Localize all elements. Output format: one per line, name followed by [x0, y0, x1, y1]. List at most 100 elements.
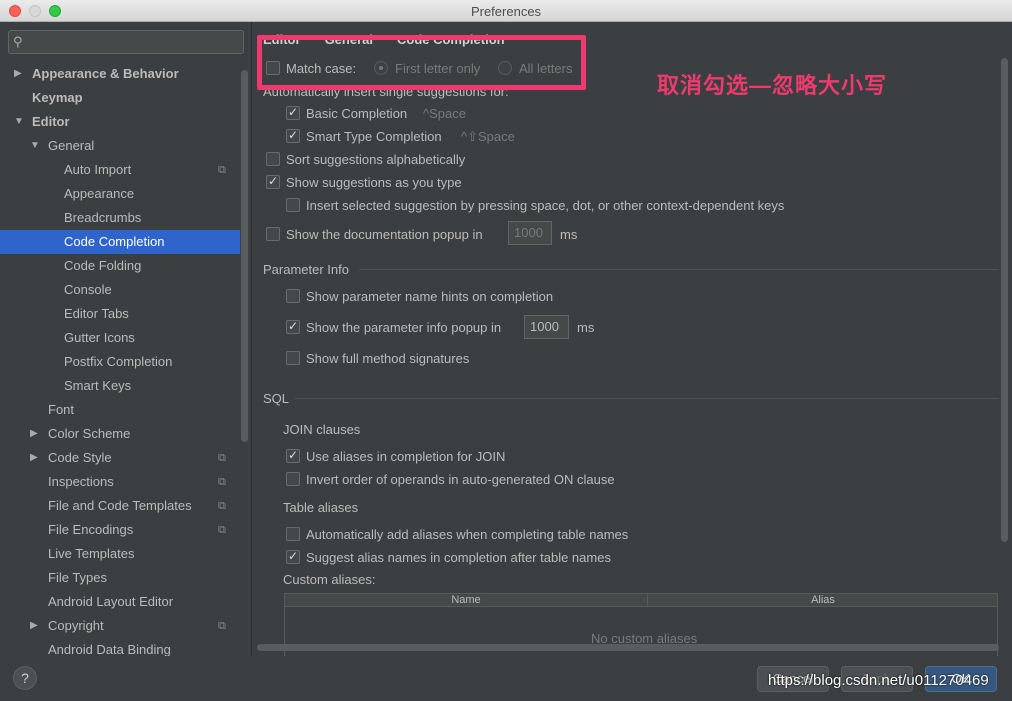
sidebar-item-label: General [48, 138, 95, 153]
sort-alpha-checkbox[interactable] [266, 152, 280, 166]
doc-popup-checkbox[interactable] [266, 227, 280, 241]
expand-arrow-icon[interactable]: ▶ [30, 422, 38, 446]
smart-completion-checkbox[interactable] [286, 128, 300, 143]
join-clauses-title: JOIN clauses [283, 422, 361, 437]
settings-panel: Editor General Code Completion Match case:… [253, 22, 1012, 656]
column-header-alias[interactable]: Alias [648, 594, 998, 606]
sidebar-item-keymap[interactable]: Keymap [0, 86, 240, 110]
sidebar-item-label: Font [48, 402, 75, 417]
insert-selected-label: Insert selected suggestion by pressing s… [306, 198, 785, 213]
suggest-alias-label: Suggest alias names in completion after … [306, 550, 611, 565]
sidebar-item-label: Appearance [64, 186, 135, 201]
show-as-type-checkbox[interactable] [266, 174, 280, 189]
invert-order-label: Invert order of operands in auto-generat… [306, 472, 615, 487]
project-scope-icon: ⧉ [218, 164, 226, 176]
sidebar-item-label: Code Folding [64, 258, 142, 273]
sidebar-item-live-templates[interactable]: Live Templates [0, 542, 240, 566]
sort-alpha-label: Sort suggestions alphabetically [286, 152, 466, 167]
project-scope-icon: ⧉ [218, 524, 226, 536]
param-name-hints-label: Show parameter name hints on completion [306, 289, 554, 304]
column-header-name[interactable]: Name [285, 594, 648, 606]
basic-completion-checkbox[interactable] [286, 105, 300, 120]
collapse-arrow-icon[interactable]: ▼ [14, 110, 24, 134]
sidebar-item-postfix-completion[interactable]: Postfix Completion [0, 350, 240, 374]
auto-add-aliases-checkbox[interactable] [286, 527, 300, 541]
sidebar-scrollbar[interactable] [241, 70, 248, 442]
doc-popup-label: Show the documentation popup in [286, 227, 483, 242]
sidebar-item-editor-tabs[interactable]: Editor Tabs [0, 302, 240, 326]
sidebar-item-color-scheme[interactable]: ▶ Color Scheme [0, 422, 240, 446]
sidebar-item-label: Editor Tabs [64, 306, 129, 321]
expand-arrow-icon[interactable]: ▶ [30, 446, 38, 470]
sidebar-item-smart-keys[interactable]: Smart Keys [0, 374, 240, 398]
sidebar-item-code-folding[interactable]: Code Folding [0, 254, 240, 278]
sidebar-item-label: Keymap [32, 90, 83, 105]
help-button[interactable]: ? [13, 666, 37, 690]
sidebar-item-auto-import[interactable]: Auto Import ⧉ [0, 158, 240, 182]
smart-completion-label: Smart Type Completion [306, 129, 442, 144]
sidebar-item-android-layout-editor[interactable]: Android Layout Editor [0, 590, 240, 614]
title-bar: Preferences [0, 0, 1012, 22]
sidebar-item-font[interactable]: Font [0, 398, 240, 422]
sidebar-item-label: Console [64, 282, 112, 297]
doc-popup-delay-field[interactable]: 1000 [508, 221, 552, 245]
settings-sidebar: ⚲ ▶ Appearance & Behavior Keymap ▼ Editor ▼ Ge… [0, 22, 252, 656]
sidebar-item-label: Code Style [48, 450, 112, 465]
search-input[interactable]: ⚲ [8, 30, 244, 54]
sidebar-item-label: Appearance & Behavior [32, 66, 179, 81]
insert-selected-checkbox[interactable] [286, 198, 300, 212]
search-icon: ⚲ [13, 34, 23, 49]
sidebar-item-console[interactable]: Console [0, 278, 240, 302]
custom-aliases-table-header: Name Alias [284, 593, 998, 607]
collapse-arrow-icon[interactable]: ▼ [30, 134, 40, 158]
param-info-popup-label: Show the parameter info popup in [306, 320, 502, 335]
full-signatures-checkbox[interactable] [286, 351, 300, 365]
basic-completion-shortcut: ^Space [423, 106, 466, 121]
smart-completion-shortcut: ^⇧Space [461, 129, 515, 144]
param-name-hints-checkbox[interactable] [286, 289, 300, 303]
parameter-info-title: Parameter Info [263, 262, 349, 277]
use-aliases-checkbox[interactable] [286, 448, 300, 463]
sidebar-item-android-data-binding[interactable]: Android Data Binding [0, 638, 240, 656]
sidebar-item-file-types[interactable]: File Types [0, 566, 240, 590]
auto-add-aliases-label: Automatically add aliases when completin… [306, 527, 629, 542]
sidebar-item-breadcrumbs[interactable]: Breadcrumbs [0, 206, 240, 230]
param-info-delay-field[interactable]: 1000 [524, 315, 569, 339]
annotation-highlight-box [257, 35, 586, 90]
sidebar-item-label: Android Data Binding [48, 642, 171, 656]
sidebar-item-label: File and Code Templates [48, 498, 192, 513]
settings-tree: ▶ Appearance & Behavior Keymap ▼ Editor ▼ Gene… [0, 62, 240, 656]
use-aliases-label: Use aliases in completion for JOIN [306, 449, 506, 464]
sidebar-item-file-and-code-templates[interactable]: File and Code Templates ⧉ [0, 494, 240, 518]
param-info-unit: ms [577, 320, 595, 335]
show-as-type-label: Show suggestions as you type [286, 175, 462, 190]
window-title: Preferences [470, 4, 542, 19]
sidebar-item-label: File Types [48, 570, 108, 585]
content-horizontal-scrollbar[interactable] [257, 644, 999, 651]
table-aliases-title: Table aliases [283, 500, 359, 515]
sidebar-item-appearance-behavior[interactable]: ▶ Appearance & Behavior [0, 62, 240, 86]
sidebar-item-file-encodings[interactable]: File Encodings ⧉ [0, 518, 240, 542]
expand-arrow-icon[interactable]: ▶ [30, 614, 38, 638]
content-vertical-scrollbar[interactable] [1001, 58, 1008, 542]
project-scope-icon: ⧉ [218, 620, 226, 632]
param-info-popup-checkbox[interactable] [286, 319, 300, 334]
sidebar-item-general[interactable]: ▼ General [0, 134, 240, 158]
sidebar-item-appearance[interactable]: Appearance [0, 182, 240, 206]
sidebar-item-code-completion[interactable]: Code Completion [0, 230, 240, 254]
sidebar-item-copyright[interactable]: ▶ Copyright ⧉ [0, 614, 240, 638]
expand-arrow-icon[interactable]: ▶ [14, 62, 22, 86]
sidebar-item-editor[interactable]: ▼ Editor [0, 110, 240, 134]
suggest-alias-checkbox[interactable] [286, 549, 300, 564]
sidebar-item-gutter-icons[interactable]: Gutter Icons [0, 326, 240, 350]
sql-title: SQL [263, 391, 290, 406]
sidebar-item-code-style[interactable]: ▶ Code Style ⧉ [0, 446, 240, 470]
watermark: https://blog.csdn.net/u011270469 [768, 672, 989, 689]
sidebar-item-label: Live Templates [48, 546, 135, 561]
sidebar-item-label: Code Completion [64, 234, 165, 249]
custom-aliases-label: Custom aliases: [283, 572, 376, 587]
sidebar-item-inspections[interactable]: Inspections ⧉ [0, 470, 240, 494]
invert-order-checkbox[interactable] [286, 472, 300, 486]
sidebar-item-label: Gutter Icons [64, 330, 135, 345]
project-scope-icon: ⧉ [218, 452, 226, 464]
